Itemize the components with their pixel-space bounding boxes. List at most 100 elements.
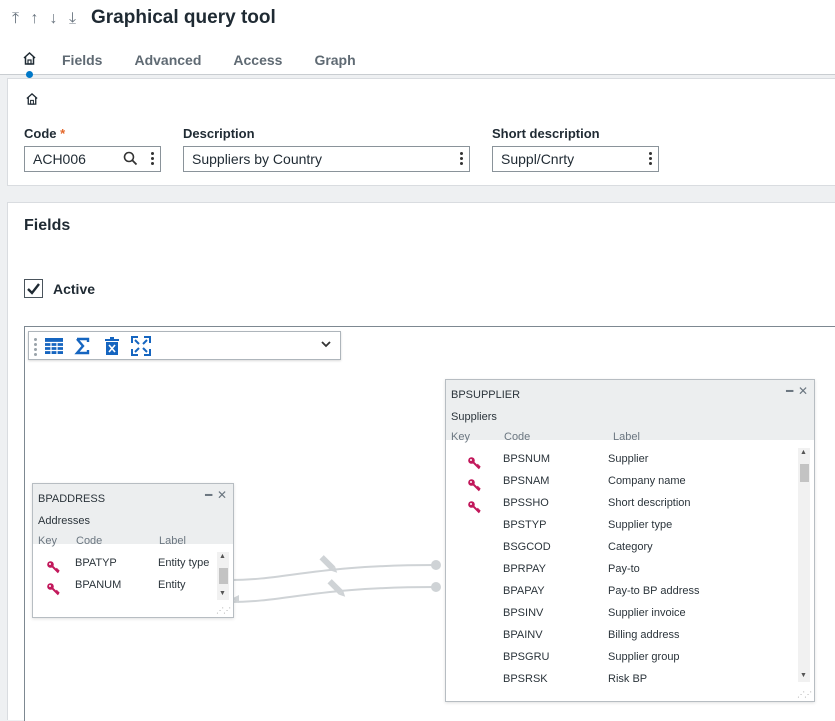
short-description-field[interactable]: Suppl/Cnrty (492, 146, 659, 172)
description-value: Suppliers by Country (192, 151, 322, 167)
field-code: BPSINV (503, 607, 544, 619)
field-row[interactable]: BPAPAY Pay-to BP address (446, 580, 798, 602)
field-code: BPSGRU (503, 651, 550, 663)
tab-graph[interactable]: Graph (314, 52, 355, 68)
edit-join-icon[interactable] (319, 555, 340, 575)
top-bar: ⤒ ↑ ↓ ⤓ Graphical query tool Fields Adva… (0, 0, 835, 78)
active-checkbox[interactable] (24, 279, 43, 298)
tab-home[interactable] (18, 50, 42, 78)
entity-header[interactable]: BPADDRESS Addresses ━ ✕ Key Code Label (33, 484, 233, 547)
scroll-down-icon[interactable]: ▼ (800, 672, 807, 679)
short-description-value: Suppl/Cnrty (501, 151, 575, 167)
field-row[interactable]: BPSSHO Short description (446, 492, 798, 514)
field-label: Risk BP (608, 673, 648, 682)
field-label: Category (608, 541, 653, 553)
field-label: Supplier type (608, 519, 673, 531)
resize-grip-icon[interactable]: ⋰⋰ (216, 606, 231, 615)
resize-grip-icon[interactable]: ⋰⋰ (797, 690, 812, 699)
field-row[interactable]: BPSTYP Supplier type (446, 514, 798, 536)
next-record-icon[interactable]: ↓ (46, 9, 61, 29)
code-value: ACH006 (33, 151, 86, 167)
scrollbar[interactable]: ▲ ▼ (798, 448, 810, 682)
field-code: BPSRSK (503, 673, 548, 682)
key-icon (47, 561, 60, 574)
field-code: BPRPAY (503, 563, 546, 575)
code-field[interactable]: ACH006 (24, 146, 161, 172)
scroll-thumb[interactable] (800, 464, 809, 482)
field-row[interactable]: BPAINV Billing address (446, 624, 798, 646)
field-code: BPSTYP (503, 519, 547, 531)
active-tab-indicator (26, 71, 33, 78)
key-icon (468, 479, 481, 492)
query-graph-canvas[interactable]: BPADDRESS Addresses ━ ✕ Key Code Label B… (24, 326, 835, 721)
scroll-up-icon[interactable]: ▲ (219, 553, 226, 560)
scroll-thumb[interactable] (219, 568, 228, 584)
first-record-icon[interactable]: ⤒ (8, 9, 23, 29)
column-header-code: Code (76, 535, 103, 547)
entity-bpsupplier[interactable]: BPSUPPLIER Suppliers ━ ✕ Key Code Label … (445, 379, 815, 702)
field-label: Entity (158, 579, 186, 591)
field-label: Supplier group (608, 651, 680, 663)
home-icon[interactable] (25, 92, 39, 106)
minimize-icon[interactable]: ━ (205, 488, 212, 502)
scroll-down-icon[interactable]: ▼ (219, 590, 226, 597)
field-label: Supplier invoice (608, 607, 686, 619)
field-label: Supplier (608, 453, 649, 465)
tab-bar: Fields Advanced Access Graph (18, 50, 388, 78)
code-label-text: Code (24, 126, 57, 141)
field-row[interactable]: BPSNAM Company name (446, 470, 798, 492)
column-header-label: Label (159, 535, 186, 547)
field-code: BPSSHO (503, 497, 549, 509)
tab-access[interactable]: Access (233, 52, 282, 68)
field-code: BPSNAM (503, 475, 550, 487)
field-row[interactable]: BPSGRU Supplier group (446, 646, 798, 668)
field-row[interactable]: BPSRSK Risk BP (446, 668, 798, 682)
key-icon (47, 583, 60, 596)
field-code: BSGCOD (503, 541, 551, 553)
field-row[interactable]: BPATYP Entity type (33, 552, 217, 574)
field-label: Pay-to (608, 563, 640, 575)
field-row[interactable]: BPSNUM Supplier (446, 448, 798, 470)
short-description-options-icon[interactable] (649, 152, 652, 167)
field-code: BPATYP (75, 557, 117, 569)
field-code: BPAINV (503, 629, 543, 641)
active-label: Active (53, 281, 96, 297)
column-header-key: Key (38, 535, 57, 547)
field-code: BPANUM (75, 579, 122, 591)
entity-bpaddress[interactable]: BPADDRESS Addresses ━ ✕ Key Code Label B… (32, 483, 234, 618)
key-icon (468, 501, 481, 514)
section-title: Fields (24, 217, 71, 234)
short-description-label: Short description (492, 126, 600, 141)
field-row[interactable]: BPSINV Supplier invoice (446, 602, 798, 624)
scroll-up-icon[interactable]: ▲ (800, 449, 807, 456)
field-code: BPSNUM (503, 453, 551, 465)
description-field[interactable]: Suppliers by Country (183, 146, 470, 172)
entity-name: BPADDRESS (38, 493, 106, 505)
close-icon[interactable]: ✕ (217, 488, 227, 502)
checkmark-icon (27, 283, 40, 295)
field-code: BPAPAY (503, 585, 545, 597)
page-title: Graphical query tool (91, 7, 276, 28)
search-icon[interactable] (123, 151, 138, 166)
close-icon[interactable]: ✕ (798, 384, 808, 398)
required-marker: * (60, 126, 66, 141)
home-icon (23, 51, 36, 65)
code-label: Code * (24, 126, 65, 141)
field-label: Billing address (608, 629, 680, 641)
field-label: Company name (608, 475, 686, 487)
field-row[interactable]: BSGCOD Category (446, 536, 798, 558)
tab-fields[interactable]: Fields (62, 52, 102, 68)
tab-advanced[interactable]: Advanced (134, 52, 201, 68)
key-icon (468, 457, 481, 470)
field-label: Pay-to BP address (608, 585, 700, 597)
field-row[interactable]: BPRPAY Pay-to (446, 558, 798, 580)
last-record-icon[interactable]: ⤓ (65, 9, 80, 29)
header-card: Code * ACH006 Description Suppliers by C… (7, 78, 835, 186)
code-options-icon[interactable] (151, 152, 154, 167)
entity-description: Addresses (38, 515, 90, 527)
edit-join-icon[interactable] (327, 579, 348, 599)
previous-record-icon[interactable]: ↑ (27, 9, 42, 29)
scrollbar[interactable]: ▲ ▼ (217, 552, 229, 600)
description-options-icon[interactable] (460, 152, 463, 167)
field-row[interactable]: BPANUM Entity (33, 574, 217, 596)
